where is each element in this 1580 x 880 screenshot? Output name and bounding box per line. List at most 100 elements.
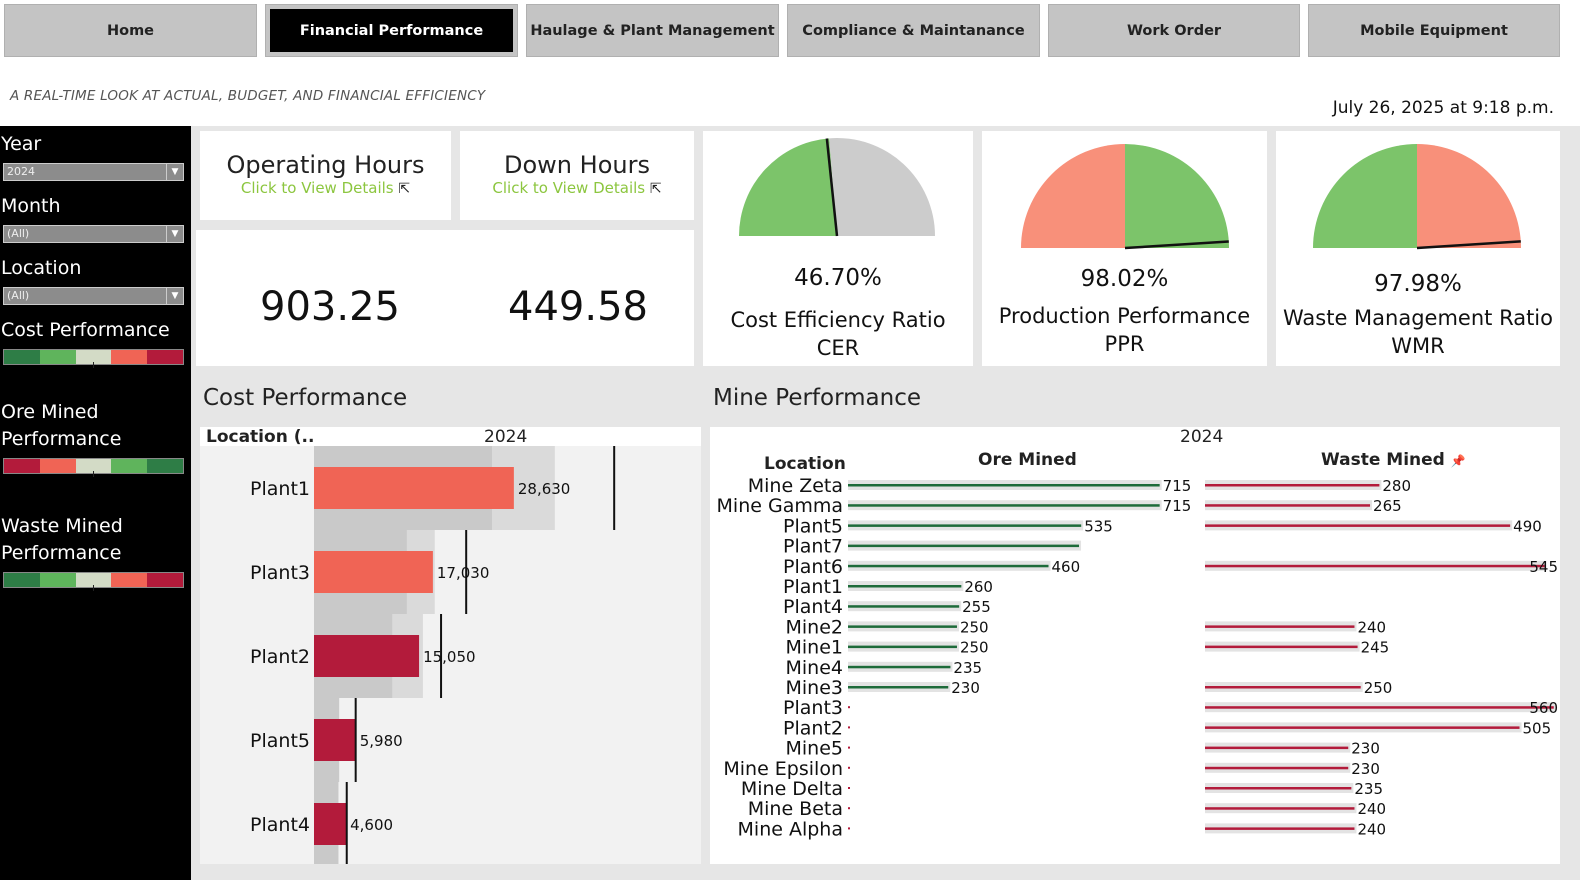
waste-bar-label: 240 [1357, 618, 1386, 636]
nav-home-button[interactable]: Home [4, 4, 257, 57]
cer-percentage: 46.70% [794, 265, 882, 291]
waste-bar [1205, 766, 1349, 770]
ppr-label-line2: PPR [1104, 332, 1145, 356]
wmr-gauge-card: 97.98% Waste Management Ratio WMR [1276, 131, 1560, 366]
nav-mobile-button[interactable]: Mobile Equipment [1308, 4, 1560, 57]
ore-bar [848, 686, 949, 689]
mine-category-label: Mine Delta [741, 778, 843, 800]
mine-category-label: Mine3 [786, 677, 844, 699]
ore-bar-label: 250 [960, 618, 989, 636]
mine-category-label: Plant5 [783, 515, 843, 537]
cer-label: Cost Efficiency Ratio CER [703, 306, 973, 362]
down-hours-title: Down Hours [504, 151, 650, 179]
legend-swatch [4, 573, 40, 587]
waste-bar [1205, 807, 1355, 810]
gauge-segment-right [829, 138, 935, 236]
cost-category-label: Plant5 [250, 730, 310, 752]
ore-bar-label: 260 [964, 578, 993, 596]
mine-category-label: Plant4 [783, 596, 843, 618]
wmr-label-line2: WMR [1391, 334, 1445, 358]
wmr-label-line1: Waste Management Ratio [1283, 306, 1553, 330]
cost-category-label: Plant4 [250, 814, 310, 836]
ore-bar-label: 235 [953, 659, 982, 677]
waste-bar-label: 230 [1351, 740, 1380, 758]
cost-bars-svg: 28,630 Plant1 17,030 Plant3 15,050 Plant2 5,98… [250, 446, 616, 864]
cost-category-label: Plant2 [250, 646, 310, 668]
ore-label-line1: Ore Mined [1, 401, 99, 423]
mine-category-label: Plant2 [783, 717, 843, 739]
year-filter-dropdown[interactable]: 2024 ▼ [3, 163, 184, 181]
ore-bar [848, 504, 1160, 507]
cer-label-line1: Cost Efficiency Ratio [730, 308, 946, 332]
mine-category-label: Mine Alpha [738, 818, 843, 840]
ore-bar [848, 544, 1080, 548]
timestamp: July 26, 2025 at 9:18 p.m. [1332, 98, 1554, 118]
legend-swatch [39, 459, 76, 473]
waste-bar-label: 490 [1513, 517, 1542, 535]
operating-hours-link[interactable]: Click to View Details ⇱ [200, 179, 451, 197]
ore-bar-stub [848, 807, 850, 810]
legend-swatch [75, 573, 112, 591]
nav-home-label: Home [106, 22, 155, 39]
chevron-down-icon[interactable]: ▼ [166, 288, 183, 304]
nav-work-order-button[interactable]: Work Order [1048, 4, 1300, 57]
cost-bar-label: 17,030 [437, 564, 490, 582]
operating-hours-title: Operating Hours [226, 151, 425, 179]
ore-bar-label: 460 [1052, 558, 1081, 576]
location-filter-dropdown[interactable]: (All) ▼ [3, 287, 184, 305]
cer-gauge [739, 138, 935, 237]
nav-mobile-label: Mobile Equipment [1360, 22, 1508, 39]
ore-bar [848, 585, 962, 588]
legend-swatch [111, 459, 148, 473]
ore-bar-stub [848, 827, 850, 830]
gauge-segment-right [1417, 144, 1521, 248]
location-filter-value: (All) [7, 289, 30, 302]
waste-bar-label: 505 [1523, 719, 1552, 737]
cost-performance-chart: Location (.. 2024 28,630 Plant1 17,030 Plan… [200, 427, 701, 864]
nav-haulage-button[interactable]: Haulage & Plant Management [526, 4, 779, 57]
chevron-down-icon[interactable]: ▼ [166, 226, 183, 242]
ore-bar-stub [848, 766, 850, 769]
down-hours-link[interactable]: Click to View Details ⇱ [460, 179, 694, 197]
mine-category-label: Mine4 [786, 657, 844, 679]
ore-bar [848, 564, 1049, 568]
waste-bar [1205, 746, 1349, 750]
operating-hours-card[interactable]: Operating Hours Click to View Details ⇱ [200, 131, 451, 220]
ore-bar-stub [848, 706, 850, 709]
year-filter-label: Year [1, 133, 42, 155]
legend-swatch [75, 350, 112, 368]
nav-work-order-label: Work Order [1126, 22, 1222, 39]
nav-haulage-label: Haulage & Plant Management [530, 22, 775, 39]
mine-category-label: Plant6 [783, 556, 843, 578]
chevron-down-icon[interactable]: ▼ [166, 164, 183, 180]
waste-bar [1205, 524, 1511, 527]
cost-bar-label: 28,630 [518, 480, 571, 498]
waste-label-line1: Waste Mined [1, 515, 123, 537]
mine-bars-svg: Mine Zeta 715 280 Mine Gamma 715 265 Plant5 535… [717, 475, 1558, 840]
waste-bar-label: 235 [1354, 780, 1383, 798]
mine-category-label: Plant3 [783, 697, 843, 719]
legend-swatch [4, 459, 40, 473]
wmr-gauge [1313, 144, 1521, 250]
nav-compliance-button[interactable]: Compliance & Maintanance [787, 4, 1040, 57]
legend-swatch [147, 573, 183, 587]
waste-bar-label: 245 [1361, 639, 1390, 657]
legend-swatch [111, 350, 148, 364]
cost-bar [314, 719, 356, 761]
cer-gauge-card: 46.70% Cost Efficiency Ratio CER [703, 131, 973, 366]
legend-swatch [39, 350, 76, 364]
waste-bar [1205, 625, 1355, 628]
legend-swatch [39, 573, 76, 587]
month-filter-dropdown[interactable]: (All) ▼ [3, 225, 184, 243]
waste-bar-label: 560 [1529, 699, 1558, 717]
nav-financial-button[interactable]: Financial Performance [265, 4, 518, 57]
legend-swatch [147, 459, 183, 473]
waste-bar [1205, 645, 1358, 649]
legend-swatch [111, 573, 148, 587]
mine-category-label: Mine Epsilon [723, 758, 843, 780]
gauge-segment-right [1125, 144, 1229, 248]
ore-bar-stub [848, 787, 850, 789]
gauge-segment-left [739, 138, 837, 236]
down-hours-card[interactable]: Down Hours Click to View Details ⇱ [460, 131, 694, 220]
gauge-segment-left [1313, 144, 1417, 248]
